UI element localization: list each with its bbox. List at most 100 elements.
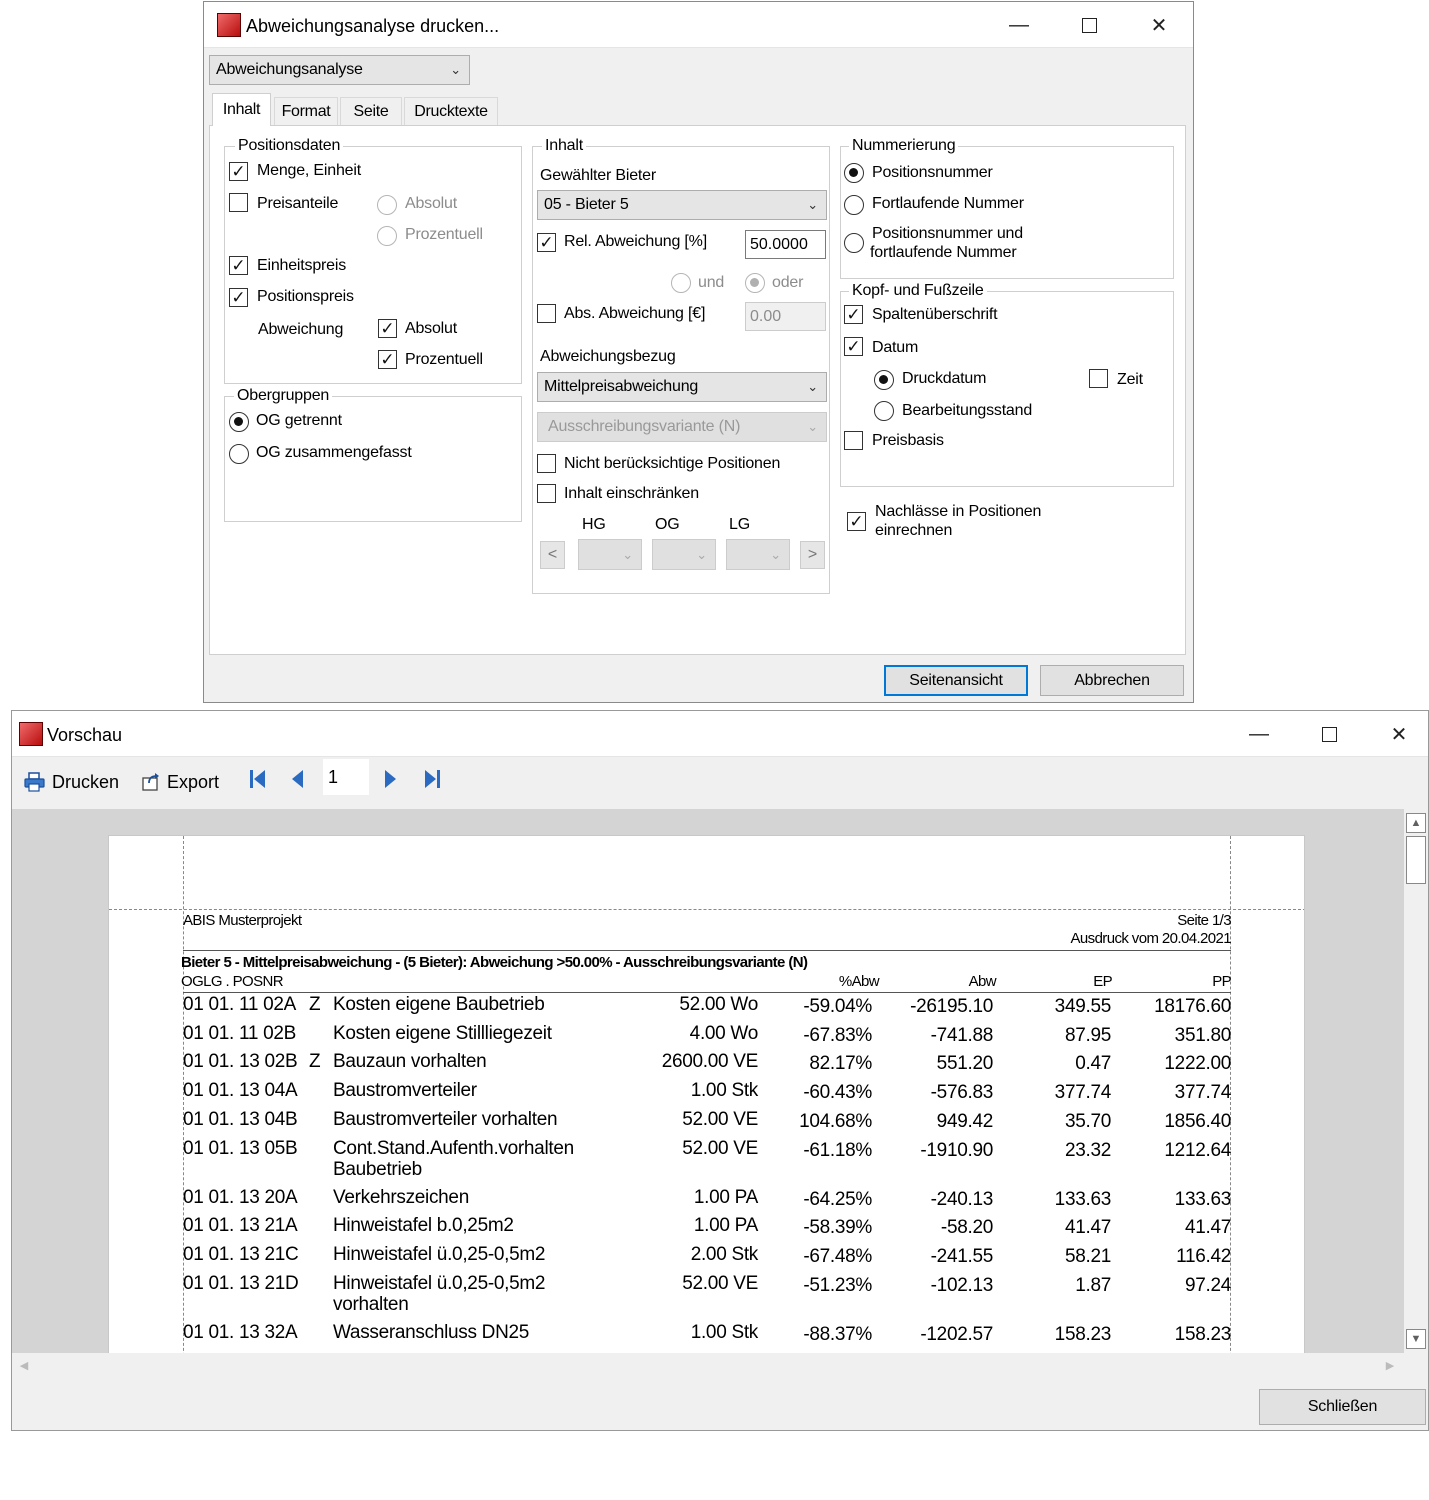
positionspreis-checkbox[interactable]: ✓	[229, 288, 248, 307]
row-abw-pct: -58.39%	[803, 1217, 872, 1239]
variante-select[interactable]: Ausschreibungsvariante (N) ⌄	[537, 412, 827, 442]
preisbasis-checkbox[interactable]	[844, 431, 863, 450]
row-text: Kosten eigene Baubetrieb	[333, 994, 545, 1015]
row-abw-pct: 104.68%	[799, 1110, 872, 1132]
oder-radio[interactable]	[745, 273, 765, 293]
rel-abweichung-checkbox[interactable]: ✓	[537, 233, 556, 252]
filter-next-button[interactable]: >	[800, 541, 825, 569]
bieter-value: 05 - Bieter 5	[544, 196, 629, 213]
abweichung-prozentuell-label: Prozentuell	[405, 351, 483, 368]
row-text: Kosten eigene Stillliegezeit	[333, 1022, 552, 1044]
nachlaesse-checkbox[interactable]: ✓	[847, 512, 866, 531]
export-button[interactable]: Export	[141, 768, 219, 796]
preisanteile-label: Preisanteile	[257, 195, 339, 212]
bearbeitungsstand-radio[interactable]	[874, 401, 894, 421]
row-position: 01 01. 13 05B	[183, 1137, 298, 1159]
filter-prev-button[interactable]: <	[540, 541, 565, 569]
inhalt-einschraenken-checkbox[interactable]	[537, 484, 556, 503]
und-radio[interactable]	[671, 273, 691, 293]
druckdatum-radio[interactable]	[874, 370, 894, 390]
prev-page-icon[interactable]	[290, 768, 304, 790]
einheitspreis-checkbox[interactable]: ✓	[229, 256, 248, 275]
nachlaesse-label-2: einrechnen	[875, 522, 953, 539]
page-number-value: 1	[328, 766, 339, 787]
nicht-beruecksichtige-checkbox[interactable]	[537, 454, 556, 473]
vertical-scrollbar[interactable]: ▲ ▼	[1404, 809, 1428, 1353]
zeit-checkbox[interactable]	[1089, 369, 1108, 388]
close-icon[interactable]: ✕	[1124, 2, 1194, 48]
abweichung-absolut-checkbox[interactable]: ✓	[378, 319, 397, 338]
abweichung-prozentuell-checkbox[interactable]: ✓	[378, 350, 397, 369]
scroll-down-icon[interactable]: ▼	[1406, 1329, 1426, 1349]
horizontal-scrollbar[interactable]: ◀ ▶	[12, 1353, 1404, 1377]
datum-label: Datum	[872, 339, 919, 356]
scroll-up-icon[interactable]: ▲	[1406, 813, 1426, 833]
datum-checkbox[interactable]: ✓	[844, 337, 863, 356]
preisanteile-absolut-label: Absolut	[405, 195, 457, 212]
tab-inhalt[interactable]: Inhalt	[212, 93, 271, 126]
abs-abweichung-checkbox[interactable]	[537, 304, 556, 323]
maximize-icon[interactable]	[1294, 711, 1364, 757]
minimize-icon[interactable]: —	[1224, 711, 1294, 757]
og-getrennt-radio[interactable]	[229, 412, 249, 432]
row-ep: 349.55	[1054, 996, 1112, 1017]
row-quantity: 2600.00 VE	[661, 1051, 759, 1073]
og-zusammengefasst-radio[interactable]	[229, 444, 249, 464]
group-inhalt-title: Inhalt	[542, 137, 586, 155]
chevron-down-icon: ⌄	[450, 62, 461, 77]
og-select[interactable]: ⌄	[652, 539, 716, 570]
rel-abweichung-input[interactable]: 50.0000	[745, 230, 826, 259]
export-label: Export	[167, 771, 220, 792]
scroll-thumb[interactable]	[1406, 836, 1426, 884]
rel-abweichung-label: Rel. Abweichung [%]	[564, 233, 707, 250]
first-page-icon[interactable]	[249, 768, 267, 790]
preisanteile-absolut-radio[interactable]	[377, 195, 397, 215]
minimize-icon[interactable]: —	[984, 2, 1054, 48]
preisanteile-prozentuell-label: Prozentuell	[405, 226, 483, 243]
column-header-pp: PP	[1212, 973, 1231, 990]
column-header-rule	[183, 992, 1231, 993]
scroll-right-icon[interactable]: ▶	[1380, 1355, 1400, 1375]
tab-panel-inhalt: Positionsdaten ✓ Menge, Einheit Preisant…	[209, 125, 1186, 655]
row-pp: 97.24	[1184, 1274, 1231, 1296]
bieter-select[interactable]: 05 - Bieter 5 ⌄	[537, 190, 827, 220]
tab-seite-label: Seite	[353, 103, 389, 120]
row-text: Hinweistafel ü.0,25-0,5m2	[333, 1244, 546, 1266]
abbrechen-button[interactable]: Abbrechen	[1040, 665, 1184, 696]
preisanteile-prozentuell-radio[interactable]	[377, 226, 397, 246]
scroll-left-icon[interactable]: ◀	[14, 1355, 34, 1375]
lg-select[interactable]: ⌄	[726, 539, 790, 570]
preview-viewport: ABIS Musterprojekt Seite 1/3 Ausdruck vo…	[12, 809, 1404, 1353]
preisanteile-checkbox[interactable]	[229, 193, 248, 212]
menge-einheit-checkbox[interactable]: ✓	[229, 162, 248, 181]
row-abw: -102.13	[930, 1274, 994, 1296]
positionsnummer-radio[interactable]	[844, 163, 864, 183]
row-pp: 18176.60	[1154, 996, 1231, 1017]
page-number-input[interactable]: 1	[323, 759, 369, 795]
spaltenueberschrift-checkbox[interactable]: ✓	[844, 305, 863, 324]
fortlaufende-nummer-radio[interactable]	[844, 195, 864, 215]
schliessen-button[interactable]: Schließen	[1259, 1389, 1426, 1425]
tab-drucktexte[interactable]: Drucktexte	[404, 97, 498, 126]
close-icon[interactable]: ✕	[1364, 711, 1429, 757]
seitenansicht-button[interactable]: Seitenansicht	[884, 665, 1028, 696]
positionsnummer-und-fortlaufende-radio[interactable]	[844, 233, 864, 253]
last-page-icon[interactable]	[423, 768, 441, 790]
row-pp: 133.63	[1174, 1188, 1232, 1210]
next-page-icon[interactable]	[384, 768, 398, 790]
abweichungsbezug-select[interactable]: Mittelpreisabweichung ⌄	[537, 372, 827, 402]
positionsnummer-label: Positionsnummer	[872, 164, 993, 181]
hg-select[interactable]: ⌄	[578, 539, 642, 570]
tab-seite[interactable]: Seite	[340, 97, 402, 126]
abs-abweichung-input[interactable]: 0.00	[745, 302, 826, 331]
drucken-button[interactable]: Drucken	[24, 768, 119, 796]
maximize-icon[interactable]	[1054, 2, 1124, 48]
inhalt-einschraenken-label: Inhalt einschränken	[564, 485, 699, 502]
tab-format[interactable]: Format	[274, 97, 338, 126]
report-type-select[interactable]: Abweichungsanalyse ⌄	[209, 55, 470, 85]
row-pp: 1856.40	[1164, 1110, 1231, 1132]
dialog-titlebar: Abweichungsanalyse drucken... — ✕	[204, 2, 1193, 48]
row-ep: 41.47	[1064, 1217, 1111, 1239]
row-quantity: 52.00 VE	[682, 1137, 758, 1159]
row-pp: 116.42	[1176, 1246, 1231, 1268]
